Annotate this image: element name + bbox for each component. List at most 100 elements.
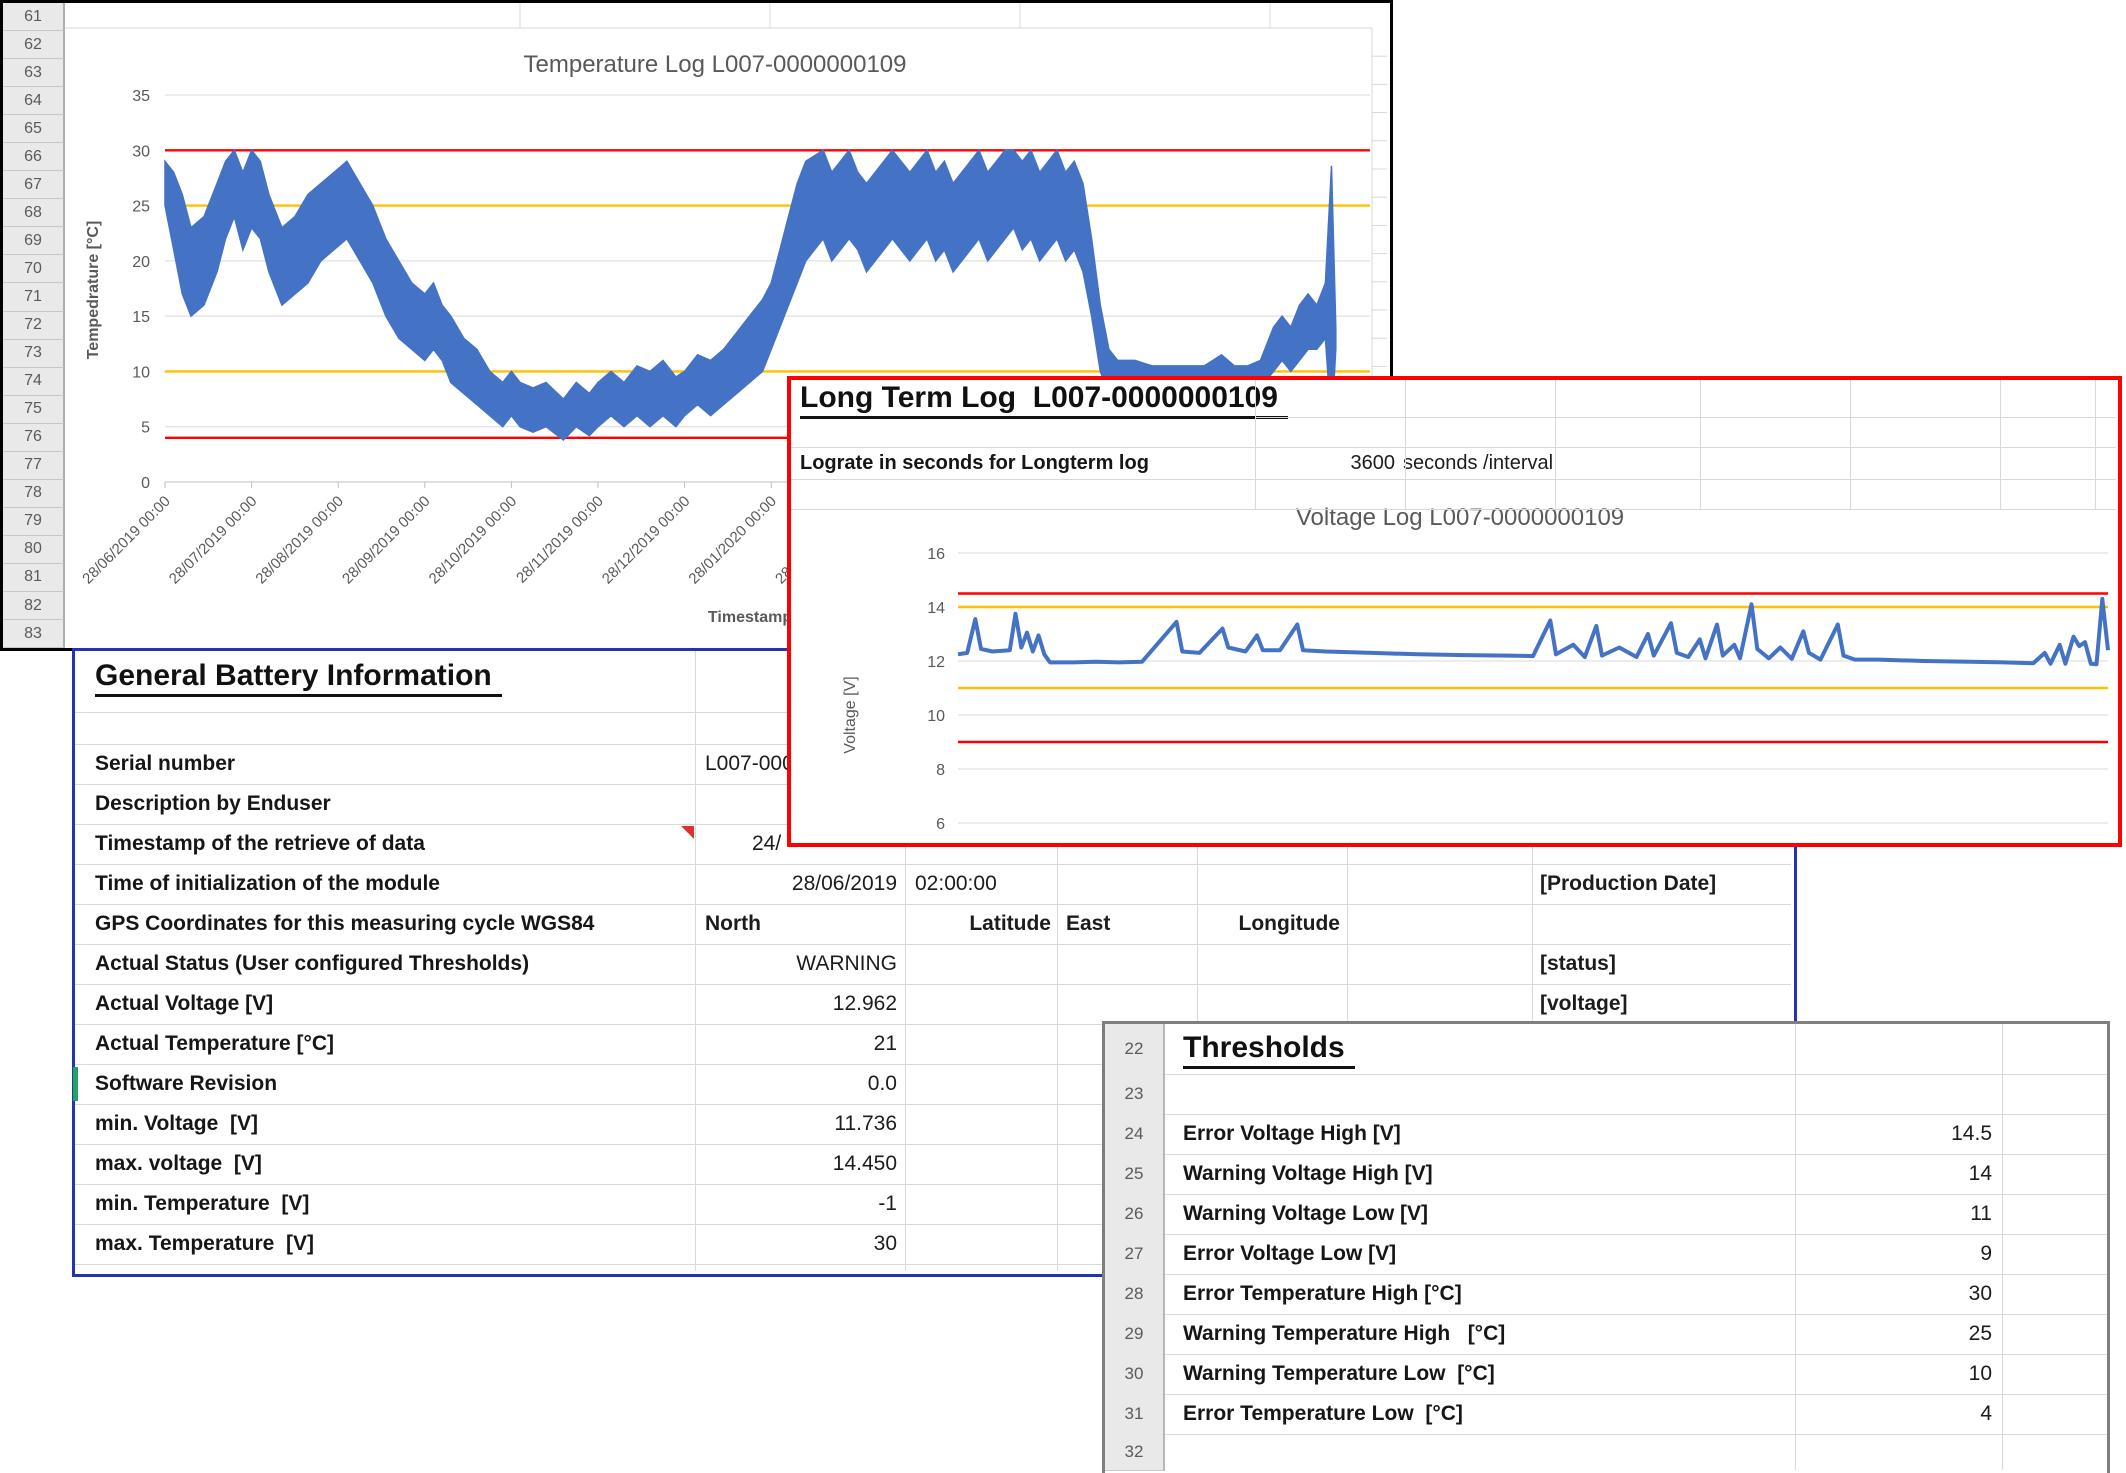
temp-x-tick-label: 28/06/2019 00:00 xyxy=(79,493,174,588)
temp-x-tick-label: 28/07/2019 00:00 xyxy=(166,493,261,588)
battery-info-title: General Battery Information xyxy=(95,660,502,697)
battery-info-cell-value[interactable]: WARNING xyxy=(697,944,897,984)
battery-info-row-label[interactable]: GPS Coordinates for this measuring cycle… xyxy=(95,904,594,944)
threshold-row-value[interactable]: 14.5 xyxy=(1795,1114,1992,1154)
row-header-26[interactable]: 26 xyxy=(1105,1194,1165,1235)
battery-info-cell-value[interactable]: 14.450 xyxy=(697,1144,897,1184)
row-header-22[interactable]: 22 xyxy=(1105,1024,1165,1075)
battery-info-row-label[interactable]: Timestamp of the retrieve of data xyxy=(95,824,425,864)
row-header-77[interactable]: 77 xyxy=(3,452,65,480)
row-header-74[interactable]: 74 xyxy=(3,368,65,396)
battery-info-cell-value[interactable]: East xyxy=(1066,904,1196,944)
threshold-row-label[interactable]: Error Temperature High [°C] xyxy=(1183,1274,1462,1314)
row-header-67[interactable]: 67 xyxy=(3,171,65,199)
row-header-81[interactable]: 81 xyxy=(3,564,65,592)
battery-info-cell-value[interactable]: [Production Date] xyxy=(1540,864,1790,904)
battery-info-cell-value[interactable]: 11.736 xyxy=(697,1104,897,1144)
battery-info-cell-value[interactable]: [status] xyxy=(1540,944,1790,984)
battery-info-cell-value[interactable]: 0.0 xyxy=(697,1064,897,1104)
row-header-70[interactable]: 70 xyxy=(3,255,65,283)
battery-info-cell-value[interactable]: 28/06/2019 xyxy=(697,864,897,904)
threshold-row-label[interactable]: Warning Temperature Low [°C] xyxy=(1183,1354,1495,1394)
row-header-63[interactable]: 63 xyxy=(3,59,65,87)
threshold-row-label[interactable]: Warning Voltage High [V] xyxy=(1183,1154,1433,1194)
row-header-72[interactable]: 72 xyxy=(3,312,65,340)
threshold-row-label[interactable]: Error Temperature Low [°C] xyxy=(1183,1394,1463,1434)
long-term-log-gridline xyxy=(1255,380,1256,510)
threshold-row-value[interactable]: 4 xyxy=(1795,1394,1992,1434)
row-header-78[interactable]: 78 xyxy=(3,480,65,508)
row-header-82[interactable]: 82 xyxy=(3,592,65,620)
row-header-29[interactable]: 29 xyxy=(1105,1314,1165,1355)
long-term-log-gridline xyxy=(791,509,2116,510)
battery-info-row-label[interactable]: Description by Enduser xyxy=(95,784,331,824)
threshold-row-value[interactable]: 10 xyxy=(1795,1354,1992,1394)
row-header-80[interactable]: 80 xyxy=(3,536,65,564)
threshold-row-value[interactable]: 14 xyxy=(1795,1154,1992,1194)
battery-info-cell-value[interactable]: 02:00:00 xyxy=(915,864,1055,904)
battery-info-row-label[interactable]: min. Temperature [V] xyxy=(95,1184,309,1224)
row-header-column: 6162636465666768697071727374757677787980… xyxy=(3,3,65,648)
battery-info-row-label[interactable]: max. voltage [V] xyxy=(95,1144,262,1184)
battery-info-row-label[interactable]: max. Temperature [V] xyxy=(95,1224,314,1264)
battery-info-cell-value[interactable]: 12.962 xyxy=(697,984,897,1024)
row-header-65[interactable]: 65 xyxy=(3,115,65,143)
battery-info-row-label[interactable]: Time of initialization of the module xyxy=(95,864,440,904)
row-header-32[interactable]: 32 xyxy=(1105,1434,1165,1471)
battery-info-cell-value[interactable]: Latitude xyxy=(911,904,1051,944)
battery-info-row-label[interactable]: Actual Temperature [°C] xyxy=(95,1024,334,1064)
row-header-28[interactable]: 28 xyxy=(1105,1274,1165,1315)
row-header-23[interactable]: 23 xyxy=(1105,1074,1165,1115)
edit-marker xyxy=(73,1067,78,1101)
row-header-69[interactable]: 69 xyxy=(3,227,65,255)
threshold-row-label[interactable]: Warning Voltage Low [V] xyxy=(1183,1194,1428,1234)
long-term-log-gridline xyxy=(1255,417,2116,418)
row-header-25[interactable]: 25 xyxy=(1105,1154,1165,1195)
threshold-row-value[interactable]: 30 xyxy=(1795,1274,1992,1314)
threshold-row-value[interactable]: 9 xyxy=(1795,1234,1992,1274)
row-header-83[interactable]: 83 xyxy=(3,620,65,648)
row-header-71[interactable]: 71 xyxy=(3,283,65,311)
temp-x-tick-label: 28/01/2020 00:00 xyxy=(685,493,780,588)
row-header-66[interactable]: 66 xyxy=(3,143,65,171)
threshold-row-label[interactable]: Error Voltage High [V] xyxy=(1183,1114,1401,1154)
temp-x-axis-label: Timestamp xyxy=(708,609,792,626)
comment-indicator-icon xyxy=(681,826,694,839)
battery-info-row-label[interactable]: Actual Voltage [V] xyxy=(95,984,273,1024)
battery-info-row-label[interactable]: Software Revision xyxy=(95,1064,277,1104)
battery-info-row-label[interactable]: Serial number xyxy=(95,744,235,784)
row-header-61[interactable]: 61 xyxy=(3,3,65,31)
row-header-79[interactable]: 79 xyxy=(3,508,65,536)
threshold-row-value[interactable]: 25 xyxy=(1795,1314,1992,1354)
row-header-76[interactable]: 76 xyxy=(3,424,65,452)
battery-info-cell-value[interactable]: [voltage] xyxy=(1540,984,1790,1024)
battery-info-cell-value[interactable]: -1 xyxy=(697,1184,897,1224)
row-header-31[interactable]: 31 xyxy=(1105,1394,1165,1435)
row-header-73[interactable]: 73 xyxy=(3,340,65,368)
row-header-75[interactable]: 75 xyxy=(3,396,65,424)
temp-x-tick-label: 28/09/2019 00:00 xyxy=(339,493,434,588)
battery-info-row-label[interactable]: Actual Status (User configured Threshold… xyxy=(95,944,529,984)
threshold-row-value[interactable]: 11 xyxy=(1795,1194,1992,1234)
battery-info-cell-value[interactable]: 30 xyxy=(697,1224,897,1264)
threshold-row-label[interactable]: Warning Temperature High [°C] xyxy=(1183,1314,1505,1354)
battery-info-cell-value[interactable]: Longitude xyxy=(1200,904,1340,944)
voltage-chart[interactable]: 1614121086Voltage Log L007-0000000109Vol… xyxy=(791,380,2118,839)
threshold-row-label[interactable]: Error Voltage Low [V] xyxy=(1183,1234,1396,1274)
row-header-64[interactable]: 64 xyxy=(3,87,65,115)
row-header-27[interactable]: 27 xyxy=(1105,1234,1165,1275)
row-header-68[interactable]: 68 xyxy=(3,199,65,227)
battery-info-row-label[interactable]: min. Voltage [V] xyxy=(95,1104,258,1144)
row-header-30[interactable]: 30 xyxy=(1105,1354,1165,1395)
long-term-log-gridline xyxy=(1850,380,1851,510)
temp-y-tick-label: 35 xyxy=(132,88,150,105)
volt-y-tick-label: 8 xyxy=(936,762,945,779)
row-header-62[interactable]: 62 xyxy=(3,31,65,59)
battery-info-cell-value[interactable]: 21 xyxy=(697,1024,897,1064)
temp-x-tick-label: 28/11/2019 00:00 xyxy=(513,493,607,587)
volt-y-tick-label: 10 xyxy=(927,708,945,725)
temp-y-tick-label: 10 xyxy=(132,364,150,381)
long-term-log-gridline xyxy=(791,447,2116,448)
row-header-24[interactable]: 24 xyxy=(1105,1114,1165,1155)
long-term-log-gridline xyxy=(2000,380,2001,510)
